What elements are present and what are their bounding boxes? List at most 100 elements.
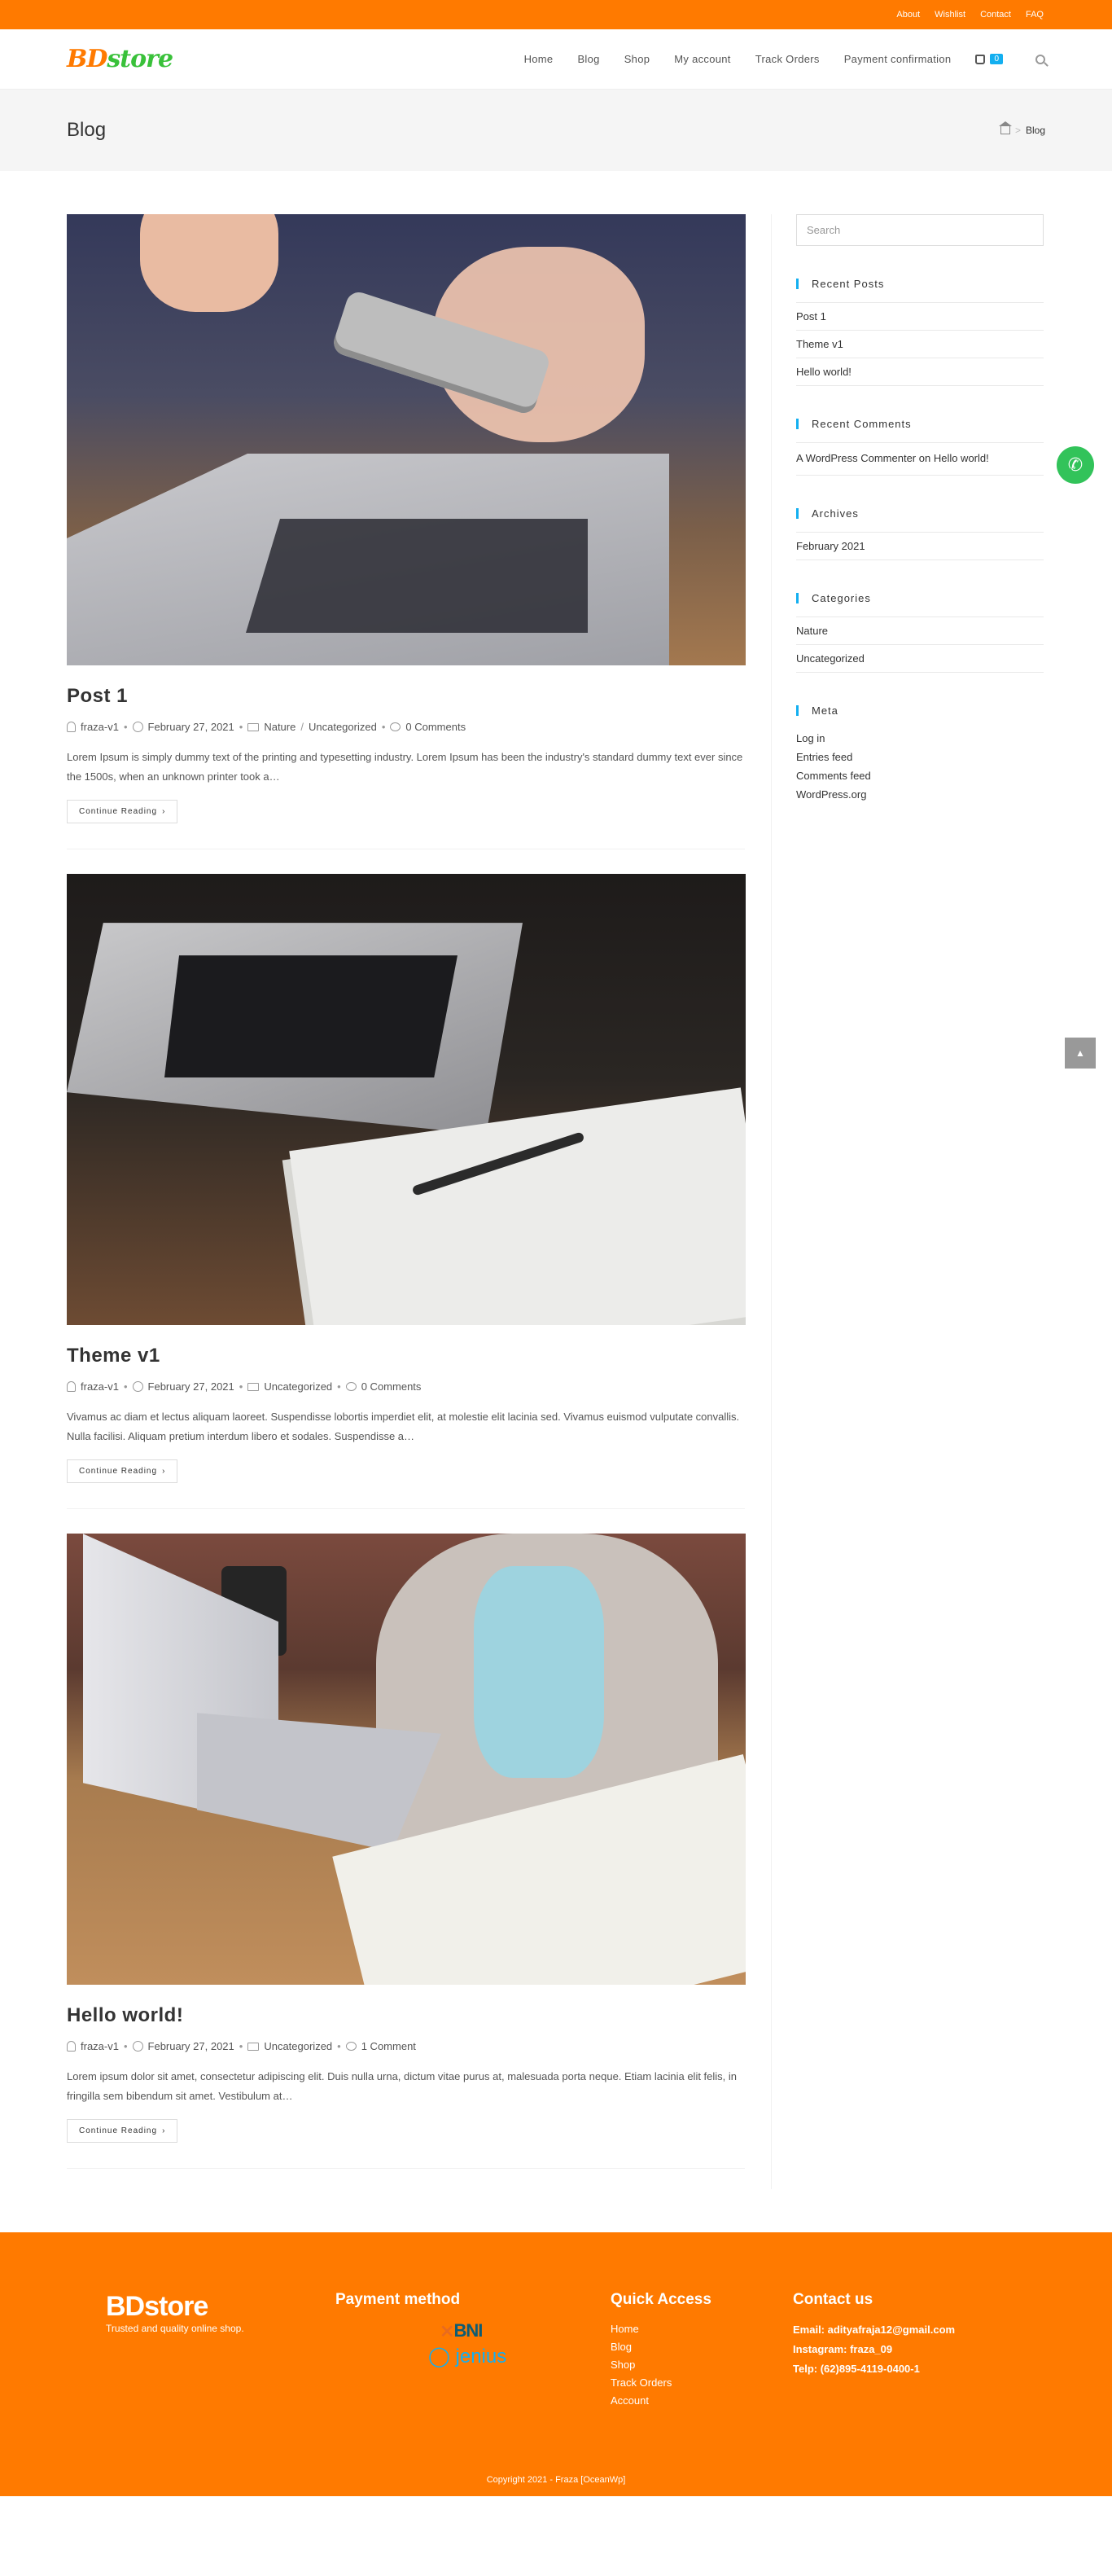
- widget-title: Archives: [796, 507, 1044, 519]
- footer-instagram: Instagram: fraza_09: [793, 2343, 893, 2356]
- continue-reading-label: Continue Reading: [79, 807, 158, 817]
- footer-payment: Payment method ⨯BNI ◯ jenius: [335, 2291, 611, 2410]
- category-link[interactable]: Nature: [796, 616, 1044, 644]
- breadcrumb-current: Blog: [1025, 125, 1045, 136]
- recent-post-link[interactable]: Hello world!: [796, 358, 1044, 386]
- breadcrumb: > Blog: [998, 121, 1045, 136]
- post-category[interactable]: Uncategorized: [264, 2040, 332, 2052]
- post-category[interactable]: Uncategorized: [309, 721, 377, 733]
- continue-reading-button[interactable]: Continue Reading ›: [67, 1459, 178, 1484]
- search-icon[interactable]: [1035, 54, 1045, 64]
- nav-shop[interactable]: Shop: [624, 53, 650, 65]
- continue-reading-label: Continue Reading: [79, 1467, 158, 1477]
- footer-quick-title: Quick Access: [611, 2291, 711, 2309]
- nav-blog[interactable]: Blog: [577, 53, 599, 65]
- widget-title: Categories: [796, 592, 1044, 603]
- bni-logo: ⨯BNI: [440, 2320, 611, 2341]
- top-link-about[interactable]: About: [896, 10, 920, 20]
- meta-link-wordpress[interactable]: WordPress.org: [796, 785, 1044, 804]
- top-link-wishlist[interactable]: Wishlist: [935, 10, 965, 20]
- meta-dot: •: [123, 2040, 128, 2053]
- meta-link-login[interactable]: Log in: [796, 729, 1044, 748]
- post-meta: fraza-v1 • February 27, 2021 • Uncategor…: [67, 1380, 745, 1393]
- meta-dot: •: [337, 1380, 341, 1393]
- archive-link[interactable]: February 2021: [796, 531, 1044, 560]
- logo-part-bd: BD: [67, 45, 107, 73]
- footer-quick-access: Quick Access Home Blog Shop Track Orders…: [611, 2291, 793, 2410]
- footer-link-blog[interactable]: Blog: [611, 2338, 793, 2356]
- post-excerpt: Vivamus ac diam et lectus aliquam laoree…: [67, 1411, 740, 1443]
- post-category[interactable]: Nature: [264, 721, 296, 733]
- recent-post-link[interactable]: Theme v1: [796, 330, 1044, 358]
- footer-email: Email: adityafraja12@gmail.com: [793, 2324, 956, 2337]
- nav-track-orders[interactable]: Track Orders: [755, 53, 820, 65]
- continue-reading-button[interactable]: Continue Reading ›: [67, 800, 178, 824]
- meta-link-comments-feed[interactable]: Comments feed: [796, 766, 1044, 785]
- widget-categories: Categories Nature Uncategorized: [796, 592, 1044, 673]
- footer-link-home[interactable]: Home: [611, 2320, 793, 2338]
- footer-link-shop[interactable]: Shop: [611, 2356, 793, 2374]
- cart-button[interactable]: 0: [975, 54, 1003, 64]
- user-icon: [67, 722, 76, 732]
- post-comments[interactable]: 1 Comment: [361, 2040, 416, 2052]
- main-area: Post 1 fraza-v1 • February 27, 2021 • Na…: [0, 171, 1112, 2190]
- scroll-to-top-button[interactable]: ▲: [1065, 1038, 1096, 1069]
- widget-title: Meta: [796, 704, 1044, 716]
- post-comments[interactable]: 0 Comments: [361, 1380, 422, 1393]
- post-author[interactable]: fraza-v1: [81, 2040, 119, 2052]
- post-title[interactable]: Post 1: [67, 685, 745, 708]
- post-date: February 27, 2021: [147, 2040, 234, 2053]
- top-link-contact[interactable]: Contact: [980, 10, 1011, 20]
- footer-tagline: Trusted and quality online shop.: [106, 2323, 244, 2335]
- post-thumbnail[interactable]: [67, 1534, 746, 1986]
- footer-link-track-orders[interactable]: Track Orders: [611, 2374, 793, 2392]
- meta-link-entries-feed[interactable]: Entries feed: [796, 748, 1044, 766]
- meta-dot: •: [123, 721, 128, 733]
- post-date: February 27, 2021: [147, 1380, 234, 1393]
- nav-payment-confirmation[interactable]: Payment confirmation: [844, 53, 952, 65]
- top-link-faq[interactable]: FAQ: [1026, 10, 1044, 20]
- comment-icon: [390, 722, 401, 731]
- post-meta: fraza-v1 • February 27, 2021 • Nature / Un…: [67, 721, 745, 733]
- chevron-right-icon: ›: [162, 2126, 166, 2136]
- footer-brand: BDstore Trusted and quality online shop.: [106, 2291, 335, 2410]
- post-title[interactable]: Theme v1: [67, 1345, 745, 1367]
- continue-reading-button[interactable]: Continue Reading ›: [67, 2119, 178, 2144]
- site-logo[interactable]: BDstore: [67, 45, 173, 73]
- post-author[interactable]: fraza-v1: [81, 721, 119, 733]
- sidebar: Search Recent Posts Post 1 Theme v1 Hell…: [772, 214, 1044, 2189]
- continue-reading-label: Continue Reading: [79, 2126, 158, 2136]
- post-comments[interactable]: 0 Comments: [405, 721, 466, 733]
- sidebar-search-input[interactable]: Search: [796, 214, 1044, 246]
- post-meta: fraza-v1 • February 27, 2021 • Uncategor…: [67, 2040, 745, 2052]
- footer-link-account[interactable]: Account: [611, 2392, 793, 2410]
- post-thumbnail[interactable]: [67, 214, 746, 665]
- logo-part-store: store: [107, 45, 173, 73]
- nav-home[interactable]: Home: [524, 53, 554, 65]
- nav-my-account[interactable]: My account: [674, 53, 730, 65]
- bni-logo-text: BNI: [453, 2320, 483, 2341]
- shopping-bag-icon: [975, 54, 986, 64]
- jenius-logo: ◯ jenius: [428, 2345, 611, 2368]
- post-category[interactable]: Uncategorized: [264, 1380, 332, 1393]
- whatsapp-icon[interactable]: ✆: [1057, 446, 1094, 484]
- cart-count-badge: 0: [990, 54, 1003, 64]
- recent-comment-link[interactable]: A WordPress Commenter on Hello world!: [796, 442, 1044, 476]
- thumbnail-detail: [474, 1566, 604, 1779]
- thumbnail-detail: [164, 955, 457, 1078]
- widget-meta: Meta Log in Entries feed Comments feed W…: [796, 704, 1044, 804]
- clock-icon: [132, 2041, 143, 2052]
- post-title[interactable]: Hello world!: [67, 2004, 745, 2027]
- site-header: BDstore Home Blog Shop My account Track …: [0, 29, 1112, 90]
- post-author[interactable]: fraza-v1: [81, 1380, 119, 1393]
- chevron-up-icon: ▲: [1075, 1047, 1085, 1059]
- footer-contact: Contact us Email: adityafraja12@gmail.co…: [793, 2291, 1037, 2410]
- site-footer: BDstore Trusted and quality online shop.…: [0, 2232, 1112, 2497]
- home-icon[interactable]: [998, 121, 1012, 134]
- footer-logo[interactable]: BDstore: [106, 2291, 335, 2323]
- meta-dot: •: [239, 2040, 243, 2053]
- recent-post-link[interactable]: Post 1: [796, 302, 1044, 330]
- post-thumbnail[interactable]: [67, 874, 746, 1326]
- category-link[interactable]: Uncategorized: [796, 643, 1044, 673]
- comment-icon: [345, 1382, 357, 1392]
